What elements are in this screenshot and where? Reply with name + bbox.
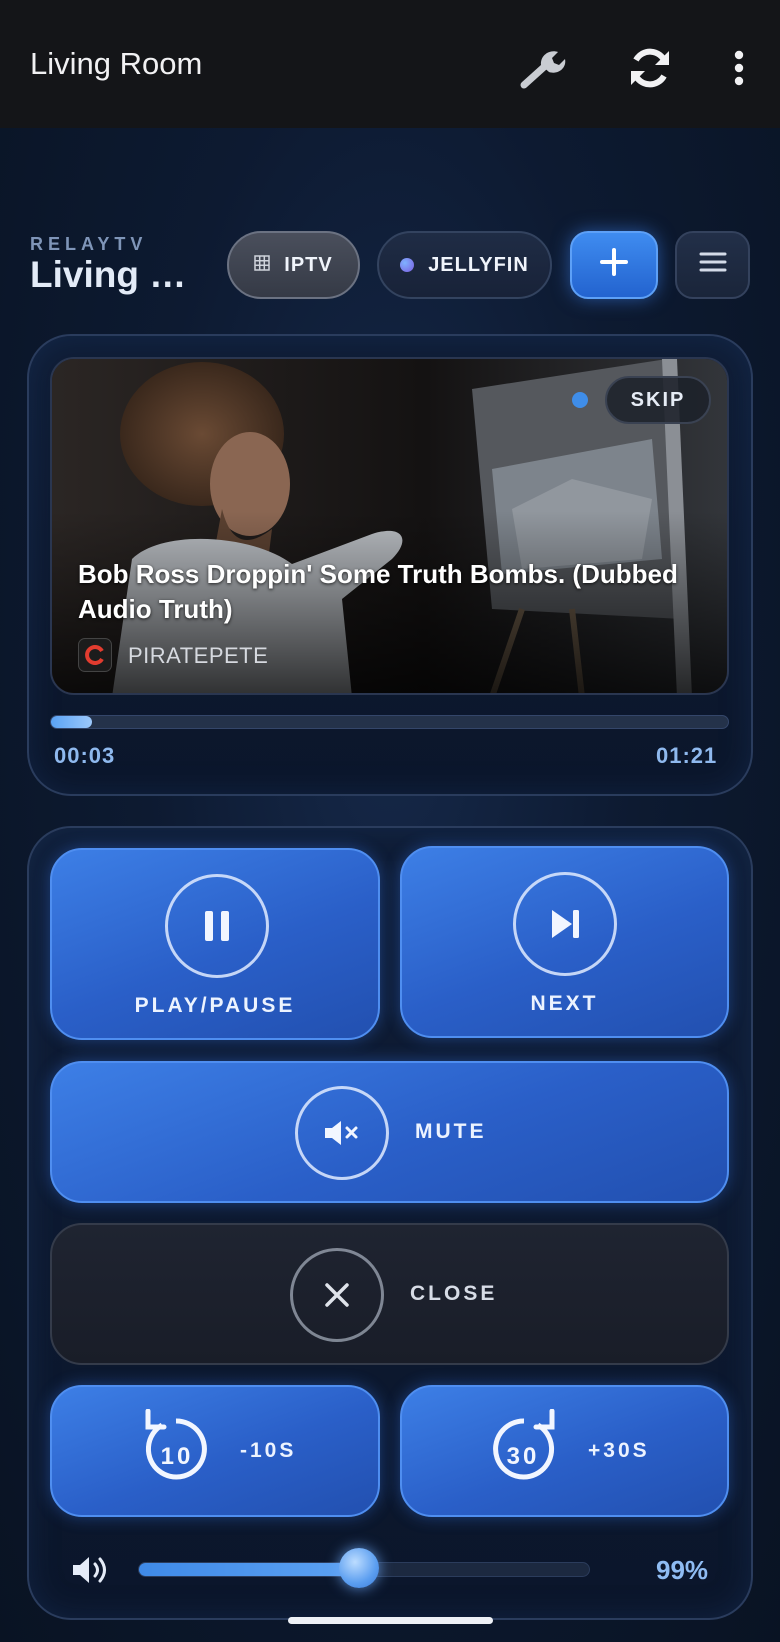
brand-label: RELAYTV bbox=[30, 234, 148, 254]
app-bar-title: Living Room bbox=[30, 46, 203, 81]
wrench-icon[interactable] bbox=[515, 40, 571, 96]
live-indicator-dot bbox=[572, 392, 588, 408]
more-vert-icon[interactable] bbox=[711, 40, 767, 96]
jellyfin-chip[interactable]: JELLYFIN bbox=[377, 231, 552, 299]
forward-30-button[interactable]: 30 +30S bbox=[400, 1385, 729, 1517]
channel-avatar-icon bbox=[78, 638, 112, 672]
elapsed-time: 00:03 bbox=[54, 743, 116, 768]
playback-progress-fill bbox=[51, 716, 92, 728]
volume-slider-fill bbox=[139, 1563, 361, 1576]
app-bar: Living Room bbox=[0, 0, 780, 128]
video-title: Bob Ross Droppin' Some Truth Bombs. (Dub… bbox=[78, 559, 678, 624]
grid-icon bbox=[254, 254, 271, 277]
close-icon bbox=[290, 1248, 384, 1342]
mute-label: MUTE bbox=[415, 1120, 487, 1143]
svg-text:30: 30 bbox=[507, 1443, 540, 1470]
playback-progress-bar[interactable] bbox=[50, 715, 729, 729]
menu-button[interactable] bbox=[675, 231, 750, 299]
home-indicator[interactable] bbox=[288, 1617, 493, 1624]
duration-time: 01:21 bbox=[656, 743, 718, 768]
replay-10-icon: 10 bbox=[140, 1408, 212, 1485]
next-button[interactable]: NEXT bbox=[400, 846, 729, 1038]
iptv-chip[interactable]: IPTV bbox=[227, 231, 360, 299]
close-label: CLOSE bbox=[410, 1282, 498, 1305]
plus-icon bbox=[599, 247, 629, 283]
forward-label: +30S bbox=[588, 1439, 650, 1462]
jellyfin-dot-icon bbox=[400, 258, 415, 272]
forward-30-icon: 30 bbox=[488, 1408, 560, 1485]
skip-button[interactable]: SKIP bbox=[605, 376, 711, 424]
channel-name: PIRATEPETE bbox=[128, 643, 269, 668]
svg-text:10: 10 bbox=[161, 1443, 194, 1470]
volume-percent: 99% bbox=[656, 1555, 709, 1585]
pause-icon bbox=[165, 874, 269, 978]
jellyfin-label: JELLYFIN bbox=[428, 253, 529, 276]
volume-mute-icon bbox=[295, 1086, 389, 1180]
close-button[interactable]: CLOSE bbox=[50, 1223, 729, 1365]
play-pause-button[interactable]: PLAY/PAUSE bbox=[50, 848, 380, 1040]
iptv-label: IPTV bbox=[284, 253, 333, 276]
hamburger-icon bbox=[699, 251, 727, 279]
rewind-label: -10S bbox=[240, 1439, 297, 1462]
play-pause-label: PLAY/PAUSE bbox=[134, 994, 296, 1017]
rewind-10-button[interactable]: 10 -10S bbox=[50, 1385, 380, 1517]
refresh-icon[interactable] bbox=[622, 40, 678, 96]
skip-next-icon bbox=[513, 872, 617, 976]
mute-button[interactable]: MUTE bbox=[50, 1061, 729, 1203]
room-name: Living R… bbox=[30, 254, 200, 295]
next-label: NEXT bbox=[530, 992, 599, 1015]
add-button[interactable] bbox=[570, 231, 658, 299]
volume-icon[interactable] bbox=[70, 1553, 110, 1587]
